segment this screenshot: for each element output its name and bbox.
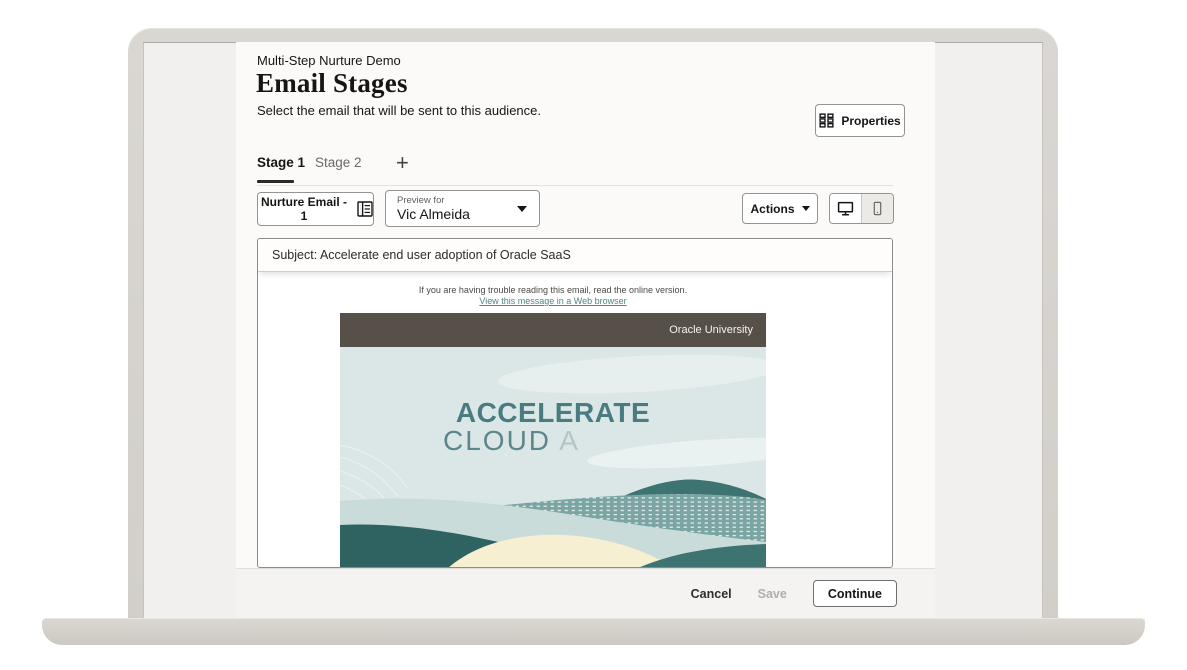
preview-for-label: Preview for	[397, 195, 529, 206]
cancel-button[interactable]: Cancel	[691, 587, 732, 601]
chevron-down-icon	[802, 206, 810, 211]
properties-button-label: Properties	[841, 114, 900, 128]
email-subject-bar: Subject: Accelerate end user adoption of…	[258, 239, 892, 272]
toolbar: Nurture Email - 1 Preview for	[236, 190, 935, 230]
properties-grid-icon	[819, 113, 834, 128]
dialog-footer: Cancel Save Continue	[236, 568, 935, 618]
page-description: Select the email that will be sent to th…	[257, 103, 541, 118]
properties-button[interactable]: Properties	[815, 104, 905, 137]
email-stages-dialog: Multi-Step Nurture Demo Email Stages Sel…	[236, 42, 935, 618]
stage-tabs: Stage 1 Stage 2 +	[236, 150, 935, 179]
mobile-preview-button[interactable]	[861, 194, 893, 223]
continue-button-label: Continue	[828, 587, 882, 601]
laptop-base	[42, 618, 1145, 645]
email-list-icon	[357, 201, 373, 217]
add-stage-button[interactable]: +	[396, 150, 409, 176]
continue-button[interactable]: Continue	[813, 580, 897, 607]
active-tab-underline	[257, 180, 294, 183]
brand-bar-text: Oracle University	[669, 324, 753, 336]
breadcrumb: Multi-Step Nurture Demo	[257, 53, 401, 68]
hills-illustration	[340, 437, 766, 568]
tab-stage-2[interactable]: Stage 2	[315, 155, 362, 170]
preview-for-select[interactable]: Preview for Vic Almeida	[385, 190, 540, 227]
email-trouble-text: If you are having trouble reading this e…	[340, 285, 766, 296]
hero-illustration: ACCELERATE CLOUD A	[340, 347, 766, 568]
phone-icon	[870, 201, 885, 216]
email-brand-bar: Oracle University	[340, 313, 766, 347]
device-preview-toggle	[829, 193, 894, 224]
nurture-email-button[interactable]: Nurture Email - 1	[257, 192, 374, 226]
view-in-browser-link[interactable]: View this message in a Web browser	[340, 296, 766, 307]
tab-stage-1[interactable]: Stage 1	[257, 155, 305, 170]
tabs-divider	[257, 185, 893, 186]
email-body: If you are having trouble reading this e…	[340, 272, 766, 568]
screenshot-stage: Multi-Step Nurture Demo Email Stages Sel…	[0, 0, 1187, 670]
page-title: Email Stages	[256, 68, 408, 99]
save-button[interactable]: Save	[758, 587, 787, 601]
email-preview-panel: Subject: Accelerate end user adoption of…	[257, 238, 893, 568]
chevron-down-icon	[517, 206, 527, 212]
tab-stage-2-label: Stage 2	[315, 155, 362, 170]
actions-button-label: Actions	[750, 202, 794, 216]
email-subject-text: Subject: Accelerate end user adoption of…	[272, 248, 571, 262]
desktop-preview-button[interactable]	[830, 194, 861, 223]
cloud-swoosh-shape	[497, 348, 766, 399]
tab-stage-1-label: Stage 1	[257, 155, 305, 170]
plus-icon: +	[396, 150, 409, 175]
actions-button[interactable]: Actions	[742, 193, 818, 224]
monitor-icon	[837, 200, 854, 217]
preview-for-value: Vic Almeida	[397, 206, 529, 222]
email-hero-image: Oracle University ACCELERATE CLOUD A	[340, 313, 766, 568]
nurture-email-button-label: Nurture Email - 1	[258, 195, 350, 223]
